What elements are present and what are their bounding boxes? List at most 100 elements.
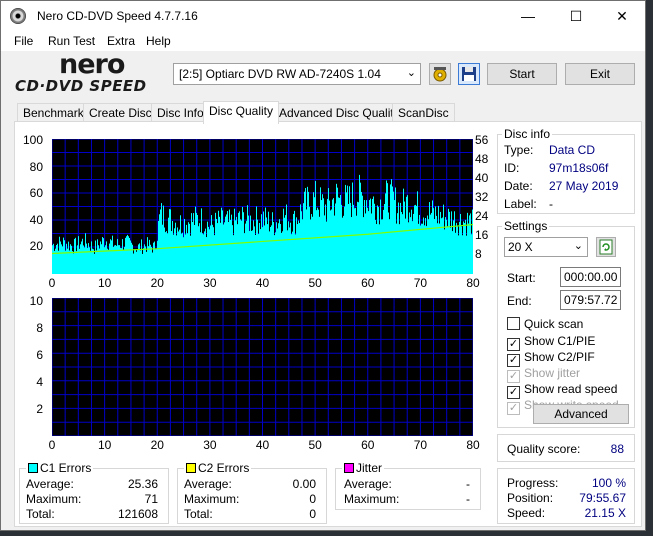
position-label: Position: xyxy=(507,491,554,505)
c1-bar xyxy=(337,187,338,274)
save-button[interactable] xyxy=(458,63,480,85)
jitter-color-swatch xyxy=(344,463,354,473)
c1-bar xyxy=(133,253,134,274)
c1-bar xyxy=(96,250,97,274)
advanced-button[interactable]: Advanced xyxy=(533,404,629,424)
c1-bar xyxy=(225,216,226,274)
tab-disc-quality[interactable]: Disc Quality xyxy=(203,101,280,124)
c1-bar xyxy=(347,185,348,274)
c1-bar xyxy=(433,208,434,274)
c1-bar xyxy=(126,236,127,274)
tab-disc-info[interactable]: Disc Info xyxy=(151,103,210,123)
c1-bar xyxy=(78,236,79,274)
y-right-tick-label: 24 xyxy=(475,209,489,223)
end-time-field[interactable]: 079:57.72 xyxy=(560,290,621,310)
c1-bar xyxy=(254,226,255,274)
tab-scandisc[interactable]: ScanDisc xyxy=(392,103,455,123)
show-c2pif-checkbox[interactable]: ✓ Show C2/PIF xyxy=(507,350,595,367)
c1-bar xyxy=(106,241,107,274)
c1-bar xyxy=(92,248,93,274)
c1-bar xyxy=(305,188,306,274)
x-tick-label: 20 xyxy=(150,438,164,452)
c1-bar xyxy=(161,203,162,274)
start-button[interactable]: Start xyxy=(487,63,557,85)
c1-bar xyxy=(233,235,234,274)
c1-bar xyxy=(202,233,203,274)
c1-bar xyxy=(416,205,417,274)
speed-select[interactable]: 20 X ⌄ xyxy=(504,237,588,257)
show-c1pie-label: Show C1/PIE xyxy=(524,334,596,348)
c1-bar xyxy=(69,250,70,274)
c1-bar xyxy=(189,223,190,274)
c1-bar xyxy=(390,184,391,274)
quick-scan-label: Quick scan xyxy=(524,317,584,331)
menu-file[interactable]: File xyxy=(14,34,33,48)
show-jitter-checkbox: ✓ Show jitter xyxy=(507,366,580,383)
c1-bar xyxy=(384,204,385,274)
c1-bar xyxy=(198,226,199,274)
exit-button[interactable]: Exit xyxy=(565,63,635,85)
c1-bar xyxy=(294,210,295,274)
c1-bar xyxy=(374,203,375,274)
c1-bar xyxy=(160,209,161,274)
disc-type-label: Type: xyxy=(504,143,534,157)
c2-average-value: 0.00 xyxy=(292,477,316,491)
c1-bar xyxy=(356,215,357,274)
c1-bar xyxy=(291,234,292,274)
show-read-speed-checkbox[interactable]: ✓ Show read speed xyxy=(507,382,617,399)
c1-bar xyxy=(425,217,426,274)
title-bar[interactable]: Nero CD-DVD Speed 4.7.7.16 — ☐ ✕ xyxy=(1,1,645,31)
y-tick-label: 100 xyxy=(22,133,43,147)
menu-extra[interactable]: Extra xyxy=(107,34,135,48)
c1-bar xyxy=(445,217,446,274)
c1-bar xyxy=(132,244,133,274)
c1-bar xyxy=(124,246,125,274)
eject-options-button[interactable] xyxy=(429,63,451,85)
minimize-button[interactable]: — xyxy=(505,1,551,31)
maximize-button[interactable]: ☐ xyxy=(553,1,599,31)
tab-create-disc[interactable]: Create Disc xyxy=(83,103,158,123)
c1-bar xyxy=(420,225,421,274)
c1-bar xyxy=(427,215,428,274)
c1-bar xyxy=(302,219,303,274)
start-time-field[interactable]: 000:00.00 xyxy=(560,267,621,287)
c1-bar xyxy=(112,235,113,274)
c1-bar xyxy=(375,220,376,274)
menu-help[interactable]: Help xyxy=(146,34,171,48)
speed-label: Speed: xyxy=(507,506,546,520)
c1-bar xyxy=(194,224,195,274)
c1-bar xyxy=(204,231,205,274)
c1-bar xyxy=(223,224,224,274)
c1-bar xyxy=(197,215,198,274)
c1-bar xyxy=(181,233,182,274)
c1-bar xyxy=(421,223,422,274)
disc-quality-panel: 100 80 60 40 20 56 48 40 32 24 16 8 0 10 2… xyxy=(14,121,642,527)
c1-bar xyxy=(472,209,473,274)
x-tick-label: 70 xyxy=(413,276,428,290)
c1-bar xyxy=(365,213,366,274)
c1-bar xyxy=(397,213,398,274)
menu-run-test[interactable]: Run Test xyxy=(48,34,95,48)
c1-bar xyxy=(357,201,358,274)
c1-color-swatch xyxy=(28,463,38,473)
tab-advanced-disc-quality[interactable]: Advanced Disc Quality xyxy=(273,103,406,123)
c1-bar xyxy=(158,220,159,274)
tab-benchmark[interactable]: Benchmark xyxy=(17,103,90,123)
show-c1pie-checkbox[interactable]: ✓ Show C1/PIE xyxy=(507,334,595,351)
drive-select[interactable]: [2:5] Optiarc DVD RW AD-7240S 1.04 ⌄ xyxy=(173,63,421,85)
c1-bar xyxy=(260,229,261,274)
c1-bar xyxy=(439,223,440,274)
c1-bar xyxy=(285,215,286,274)
c1-bar xyxy=(56,245,57,274)
close-button[interactable]: ✕ xyxy=(599,1,645,31)
quick-scan-checkbox[interactable]: Quick scan xyxy=(507,317,583,331)
c1-bar xyxy=(231,214,232,274)
y-tick-label: 80 xyxy=(29,160,43,174)
c1-bar xyxy=(76,251,77,274)
c1-bar xyxy=(317,207,318,274)
show-c2pif-label: Show C2/PIF xyxy=(524,350,595,364)
refresh-speed-button[interactable] xyxy=(596,237,616,257)
c1-bar xyxy=(326,221,327,274)
c1-bar xyxy=(61,244,62,274)
c1-bar xyxy=(156,248,157,274)
